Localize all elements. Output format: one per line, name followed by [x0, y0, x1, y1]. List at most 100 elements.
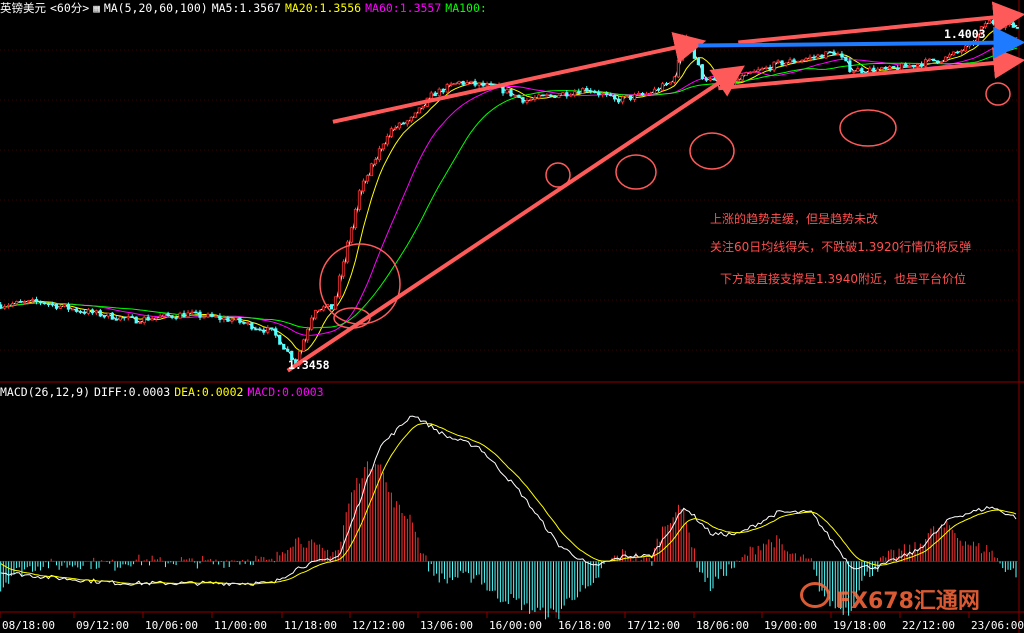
symbol-label[interactable]: 英镑美元: [0, 1, 46, 15]
candle-body: [932, 58, 936, 62]
candle-body: [736, 79, 740, 82]
candle-body: [258, 328, 262, 331]
candle-body: [397, 122, 401, 129]
x-tick-label: 17/12:00: [627, 619, 680, 632]
candle-body: [130, 316, 134, 318]
candle-body: [15, 301, 19, 304]
candle-body: [939, 61, 944, 63]
candle-body: [50, 303, 55, 306]
candle-body: [278, 334, 282, 345]
candle-body: [178, 312, 182, 319]
candle-body: [912, 64, 916, 68]
candle-body: [796, 61, 800, 63]
candle-body: [636, 93, 641, 95]
candle-body: [605, 93, 609, 96]
candle-body: [904, 63, 908, 67]
candle-body: [629, 95, 633, 100]
candle-body: [744, 72, 748, 76]
candle-body: [828, 51, 832, 54]
candle-body: [214, 315, 218, 318]
candle-body: [800, 59, 804, 62]
candle-body: [916, 63, 920, 68]
candle-body: [369, 163, 374, 177]
candle-body: [740, 75, 744, 81]
x-tick-label: 10/06:00: [145, 619, 198, 632]
candle-body: [66, 304, 71, 310]
annotation-line-2: 关注60日均线得失，不跌破1.3920行情仍将反弹: [710, 240, 972, 254]
candle-body: [146, 316, 150, 321]
candle-body: [549, 94, 553, 97]
x-tick-label: 16/00:00: [489, 619, 542, 632]
x-tick-label: 12/12:00: [352, 619, 405, 632]
candle-body: [533, 97, 537, 100]
candle-body: [194, 311, 198, 314]
candle-body: [784, 62, 788, 66]
watermark-logo-icon: [800, 582, 830, 608]
candle-body: [473, 80, 477, 86]
candle-body: [509, 89, 513, 97]
annotation-line-3: 下方最直接支撑是1.3940附近，也是平台价位: [720, 272, 966, 286]
candle-body: [748, 72, 752, 74]
x-tick-label: 18/06:00: [696, 619, 749, 632]
candle-body: [668, 81, 673, 85]
candle-body: [322, 306, 326, 311]
candle-body: [222, 317, 226, 320]
candle-body: [142, 316, 146, 324]
candle-body: [166, 313, 170, 317]
candle-body: [314, 309, 318, 319]
candle-body: [409, 116, 413, 122]
candle-body: [441, 88, 445, 93]
candle-body: [11, 303, 15, 306]
candle-body: [62, 304, 67, 307]
candle-body: [589, 90, 593, 93]
period-label[interactable]: <60分>: [50, 1, 89, 15]
macd-header: MACD(26,12,9) DIFF:0.0003 DEA:0.0002 MACD:0…: [0, 385, 328, 399]
candle-body: [517, 94, 521, 98]
candle-body: [461, 80, 465, 85]
candle-body: [262, 329, 266, 333]
candle-body: [417, 107, 421, 114]
candle-body: [541, 94, 545, 97]
ma-icon[interactable]: ▦: [93, 2, 100, 15]
candle-body: [7, 304, 11, 307]
candle-body: [318, 309, 322, 312]
candle-body: [126, 316, 130, 319]
candle-body: [951, 51, 956, 56]
candle-body: [788, 59, 792, 64]
candle-body: [880, 66, 884, 70]
candle-body: [601, 93, 605, 96]
candle-body: [98, 310, 102, 317]
candle-body: [250, 322, 254, 330]
candle-body: [557, 94, 561, 99]
candle-body: [357, 190, 362, 210]
candle-body: [389, 128, 393, 137]
candle-body: [282, 343, 286, 350]
candle-body: [764, 66, 768, 69]
candle-body: [680, 51, 685, 61]
candle-body: [537, 94, 541, 99]
x-tick-label: 11/00:00: [214, 619, 267, 632]
candle-body: [621, 96, 625, 103]
candle-body: [230, 319, 234, 322]
candle-body: [696, 57, 700, 66]
candle-body: [46, 303, 51, 306]
candle-body: [274, 328, 278, 336]
candle-body: [469, 80, 473, 83]
candle-body: [676, 59, 681, 78]
candle-body: [270, 327, 274, 330]
candle-body: [840, 53, 844, 58]
candle-body: [752, 70, 756, 73]
ma-title: MA(5,20,60,100): [103, 1, 208, 15]
candle-body: [935, 60, 940, 63]
macd-title: MACD(26,12,9): [0, 385, 91, 399]
candle-body: [700, 64, 704, 79]
candle-body: [349, 227, 354, 243]
x-tick-label: 09/12:00: [76, 619, 129, 632]
candle-body: [652, 88, 657, 94]
price-chart-canvas: [0, 0, 1024, 633]
dea-value: DEA:0.0002: [174, 385, 244, 399]
high-price-label: 1.4003: [944, 27, 986, 41]
candle-body: [804, 58, 808, 61]
candle-body: [545, 94, 549, 97]
candle-body: [660, 83, 665, 91]
